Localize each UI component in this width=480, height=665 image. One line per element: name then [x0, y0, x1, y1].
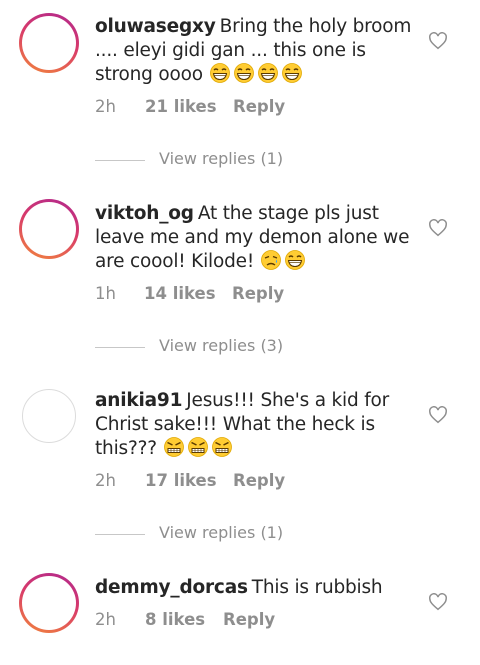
divider-line [95, 160, 145, 161]
likes-count[interactable]: 14 likes [144, 284, 216, 303]
sad-emoji-icon [260, 250, 281, 270]
reply-button[interactable]: Reply [232, 284, 284, 303]
reply-button[interactable]: Reply [223, 610, 275, 629]
avatar[interactable] [22, 389, 76, 443]
divider-line [95, 534, 145, 535]
reply-button[interactable]: Reply [233, 471, 285, 490]
heart-icon[interactable] [428, 219, 448, 237]
comment-time: 2h [95, 610, 116, 629]
emoji-group [260, 250, 308, 272]
heart-icon[interactable] [428, 593, 448, 611]
angry-emoji-icon [163, 437, 184, 457]
reply-button[interactable]: Reply [233, 97, 285, 116]
avatar[interactable] [19, 13, 79, 73]
grin-emoji-icon [233, 63, 254, 83]
comment-text-block: viktoh_og At the stage pls just leave me … [95, 202, 413, 274]
heart-icon[interactable] [428, 32, 448, 50]
grin-emoji-icon [284, 250, 305, 270]
grin-emoji-icon [209, 63, 230, 83]
comment-time: 2h [95, 471, 116, 490]
angry-emoji-icon [187, 437, 208, 457]
angry-emoji-icon [211, 437, 232, 457]
view-replies-label[interactable]: View replies (3) [159, 336, 283, 355]
view-replies-label[interactable]: View replies (1) [159, 149, 283, 168]
emoji-group [209, 63, 305, 85]
likes-count[interactable]: 21 likes [145, 97, 217, 116]
avatar[interactable] [19, 199, 79, 259]
comment-username[interactable]: demmy_dorcas [95, 577, 248, 598]
grin-emoji-icon [281, 63, 302, 83]
comment-text-block: oluwasegxy Bring the holy broom .... eley… [95, 15, 413, 87]
heart-icon[interactable] [428, 406, 448, 424]
comment-time: 2h [95, 97, 116, 116]
comment-time: 1h [95, 284, 116, 303]
comment-text-block: demmy_dorcas This is rubbish [95, 576, 413, 600]
comment-username[interactable]: oluwasegxy [95, 16, 216, 37]
likes-count[interactable]: 17 likes [145, 471, 217, 490]
comment-body: This is rubbish [251, 577, 383, 598]
view-replies-label[interactable]: View replies (1) [159, 523, 283, 542]
divider-line [95, 347, 145, 348]
grin-emoji-icon [257, 63, 278, 83]
likes-count[interactable]: 8 likes [145, 610, 205, 629]
avatar[interactable] [19, 573, 79, 633]
comment-username[interactable]: viktoh_og [95, 203, 194, 224]
emoji-group [163, 437, 235, 459]
comment-username[interactable]: anikia91 [95, 390, 182, 411]
comment-text-block: anikia91 Jesus!!! She's a kid for Christ … [95, 389, 413, 461]
